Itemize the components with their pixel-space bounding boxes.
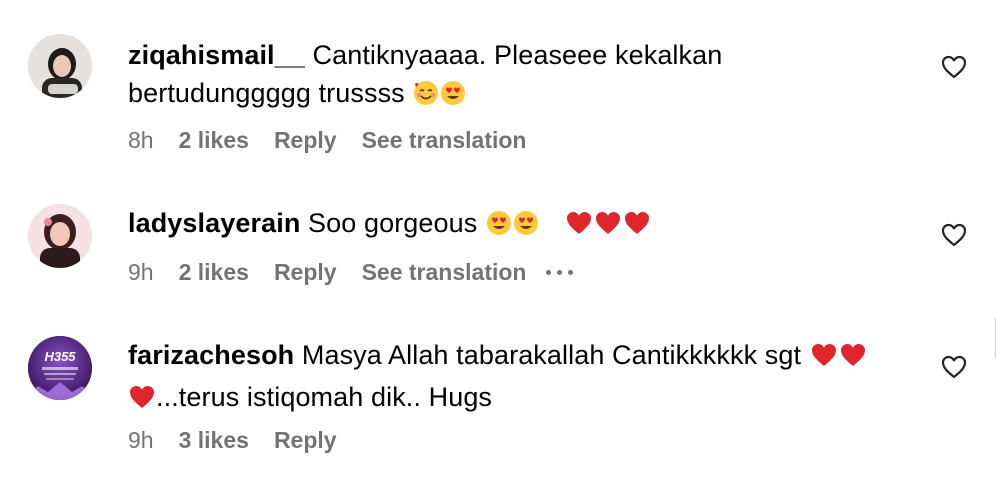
red-heart-icon <box>128 382 156 420</box>
red-heart-icon <box>565 208 593 246</box>
comment-body: Soo gorgeous <box>308 208 478 238</box>
comment-time[interactable]: 8h <box>128 127 154 154</box>
comment-body-line2: bertudunggggg trussss <box>128 78 405 108</box>
red-heart-icon <box>810 340 838 378</box>
heart-eyes-icon <box>440 78 466 116</box>
red-heart-icon <box>839 340 867 378</box>
comment-text: ziqahismail__ Cantiknyaaaa. Pleaseee kek… <box>128 36 918 116</box>
comment-time[interactable]: 9h <box>128 427 154 454</box>
red-heart-icon <box>594 208 622 246</box>
comment-username[interactable]: farizachesoh <box>128 340 294 370</box>
smiling-face-with-hearts-icon <box>413 78 439 116</box>
comment-text: farizachesoh Masya Allah tabarakallah Ca… <box>128 336 918 420</box>
comment-body-line2: ...terus istiqomah dik.. Hugs <box>156 382 493 412</box>
comment-likes[interactable]: 3 likes <box>179 427 249 454</box>
comment-time[interactable]: 9h <box>128 259 154 286</box>
like-heart-icon[interactable] <box>940 54 968 80</box>
see-translation-button[interactable]: See translation <box>362 127 527 154</box>
comment-username[interactable]: ladyslayerain <box>128 208 300 238</box>
reply-button[interactable]: Reply <box>274 427 337 454</box>
like-heart-icon[interactable] <box>940 354 968 380</box>
see-translation-button[interactable]: See translation <box>362 259 527 286</box>
heart-eyes-icon <box>486 208 512 246</box>
comment-body-line1: Cantiknyaaaa. Pleaseee kekalkan <box>312 40 723 70</box>
comment-meta: 9h 3 likes Reply <box>128 426 362 454</box>
heart-eyes-icon <box>513 208 539 246</box>
reply-button[interactable]: Reply <box>274 259 337 286</box>
like-heart-icon[interactable] <box>940 222 968 248</box>
avatar[interactable] <box>28 34 92 98</box>
avatar-label: H355 <box>44 349 76 364</box>
comment-body-line1: Masya Allah tabarakallah Cantikkkkkk sgt <box>301 340 802 370</box>
more-options-icon[interactable] <box>546 262 574 282</box>
avatar[interactable]: H355 <box>28 336 92 400</box>
comment-text: ladyslayerain Soo gorgeous <box>128 204 918 246</box>
comment-likes[interactable]: 2 likes <box>179 259 249 286</box>
red-heart-icon <box>623 208 651 246</box>
reply-button[interactable]: Reply <box>274 127 337 154</box>
comment-meta: 9h 2 likes Reply See translation <box>128 258 574 286</box>
comment-likes[interactable]: 2 likes <box>179 127 249 154</box>
comment-meta: 8h 2 likes Reply See translation <box>128 126 546 154</box>
comment-username[interactable]: ziqahismail__ <box>128 40 305 70</box>
avatar[interactable] <box>28 204 92 268</box>
